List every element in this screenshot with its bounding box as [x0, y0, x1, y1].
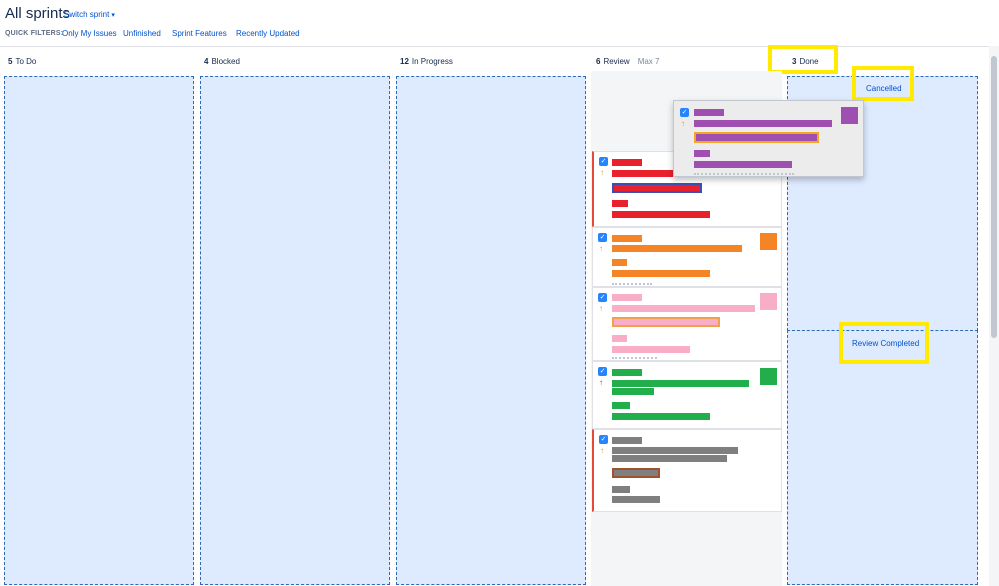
- priority-arrow-icon: ↑: [599, 244, 603, 253]
- issue-assignee: [612, 211, 710, 218]
- board: All sprints Switch sprint ▾ QUICK FILTERS…: [0, 0, 999, 586]
- issue-epic-label: [612, 317, 720, 327]
- issue-estimate: [612, 335, 627, 342]
- column-count: 4: [204, 57, 209, 66]
- avatar: [760, 293, 777, 310]
- drop-zone-review-completed[interactable]: [787, 330, 978, 585]
- issue-summary: [612, 447, 738, 454]
- progress-dots: [612, 357, 657, 359]
- switch-sprint-button[interactable]: Switch sprint ▾: [64, 10, 115, 19]
- issue-estimate: [612, 259, 627, 266]
- progress-dots: [694, 173, 794, 175]
- task-type-icon: ✓: [680, 108, 689, 117]
- drop-zone-todo[interactable]: [4, 76, 194, 585]
- issue-assignee: [612, 496, 660, 503]
- column-name: Blocked: [211, 57, 240, 66]
- column-header-in-progress: 12 In Progress: [400, 57, 453, 66]
- header-divider: [0, 46, 989, 47]
- issue-summary: [612, 305, 755, 312]
- issue-epic-label: [694, 132, 819, 143]
- issue-summary: [694, 120, 832, 127]
- column-header-review: 6 Review Max 7: [596, 57, 659, 66]
- chevron-down-icon: ▾: [111, 12, 115, 19]
- column-max: Max 7: [637, 57, 660, 66]
- drop-zone-in-progress[interactable]: [396, 76, 586, 585]
- dragged-issue-card[interactable]: ✓ ↑: [673, 100, 864, 177]
- issue-summary: [612, 380, 749, 387]
- issue-card[interactable]: ✓ ↑: [592, 429, 782, 512]
- issue-card[interactable]: ✓ ↑: [592, 361, 782, 429]
- priority-arrow-icon: ↑: [600, 168, 604, 177]
- issue-assignee: [612, 270, 710, 277]
- filter-unfinished[interactable]: Unfinished: [123, 29, 161, 38]
- switch-sprint-label: Switch sprint: [64, 10, 110, 19]
- scrollbar-thumb[interactable]: [991, 56, 997, 338]
- issue-key: [612, 235, 642, 242]
- task-type-icon: ✓: [598, 293, 607, 302]
- column-name: To Do: [15, 57, 37, 66]
- board-title: All sprints: [5, 5, 71, 22]
- filter-sprint-features[interactable]: Sprint Features: [172, 29, 227, 38]
- column-count: 6: [596, 57, 601, 66]
- column-name: Review: [603, 57, 630, 66]
- review-completed-zone-label: Review Completed: [852, 339, 920, 348]
- avatar: [760, 368, 777, 385]
- priority-arrow-icon: ↑: [599, 378, 603, 387]
- issue-estimate: [612, 486, 630, 493]
- issue-key: [612, 369, 642, 376]
- issue-key: [612, 159, 642, 166]
- issue-assignee: [612, 413, 710, 420]
- task-type-icon: ✓: [598, 233, 607, 242]
- issue-assignee: [694, 161, 792, 168]
- column-header-blocked: 4 Blocked: [204, 57, 240, 66]
- priority-arrow-icon: ↑: [599, 304, 603, 313]
- issue-estimate: [612, 200, 628, 207]
- avatar: [760, 233, 777, 250]
- priority-arrow-icon: ↑: [600, 446, 604, 455]
- filter-only-my-issues[interactable]: Only My Issues: [62, 29, 117, 38]
- issue-summary-line2: [612, 388, 654, 395]
- issue-epic-label: [612, 468, 660, 478]
- done-header-highlight: [768, 45, 838, 74]
- issue-key: [612, 294, 642, 301]
- issue-estimate: [694, 150, 710, 157]
- issue-assignee: [612, 346, 690, 353]
- column-count: 12: [400, 57, 409, 66]
- issue-summary: [612, 170, 677, 177]
- issue-summary-line2: [612, 455, 727, 462]
- issue-summary: [612, 245, 742, 252]
- task-type-icon: ✓: [599, 157, 608, 166]
- cancelled-zone-label: Cancelled: [866, 84, 902, 93]
- issue-card[interactable]: ✓ ↑: [592, 287, 782, 361]
- quick-filters-label: QUICK FILTERS:: [5, 30, 64, 37]
- task-type-icon: ✓: [598, 367, 607, 376]
- avatar: [841, 107, 858, 124]
- issue-card[interactable]: ✓ ↑: [592, 227, 782, 287]
- issue-epic-label: [612, 183, 702, 193]
- issue-key: [694, 109, 724, 116]
- drop-zone-blocked[interactable]: [200, 76, 390, 585]
- priority-arrow-icon: ↑: [681, 119, 685, 128]
- task-type-icon: ✓: [599, 435, 608, 444]
- issue-key: [612, 437, 642, 444]
- column-count: 5: [8, 57, 13, 66]
- column-header-todo: 5 To Do: [8, 57, 36, 66]
- issue-estimate: [612, 402, 630, 409]
- progress-dots: [612, 283, 652, 285]
- column-name: In Progress: [411, 57, 453, 66]
- filter-recently-updated[interactable]: Recently Updated: [236, 29, 300, 38]
